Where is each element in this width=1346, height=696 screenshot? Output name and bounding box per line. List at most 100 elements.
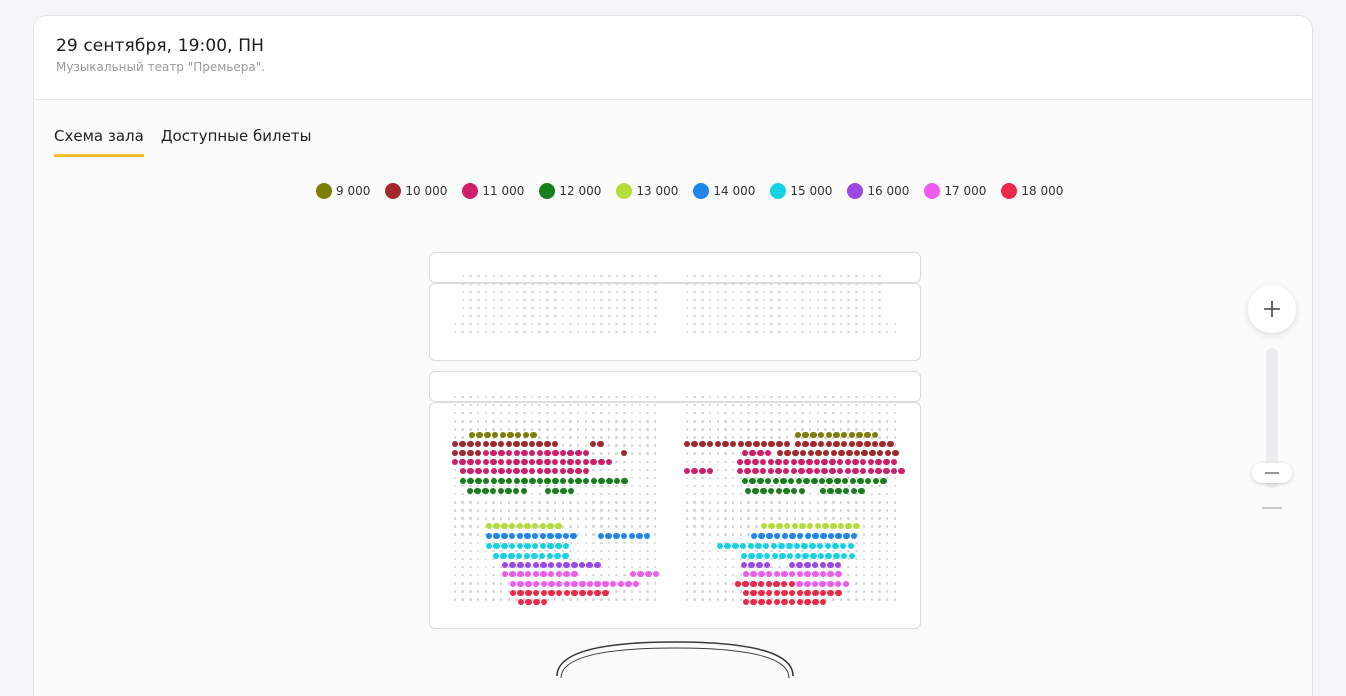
seat-available[interactable] — [844, 458, 852, 466]
seat-available[interactable] — [498, 477, 505, 485]
seat-available[interactable] — [652, 570, 660, 578]
seat-available[interactable] — [742, 580, 749, 588]
seat-available[interactable] — [559, 467, 567, 475]
seat-available[interactable] — [467, 440, 474, 448]
seat-available[interactable] — [819, 598, 827, 606]
seat-available[interactable] — [492, 552, 500, 560]
seat-available[interactable] — [750, 598, 757, 606]
seat-available[interactable] — [861, 449, 868, 457]
seat-available[interactable] — [563, 570, 570, 578]
seat-available[interactable] — [485, 522, 493, 530]
seat-available[interactable] — [493, 522, 500, 530]
seat-available[interactable] — [790, 458, 798, 466]
seat-available[interactable] — [799, 522, 806, 530]
seat-available[interactable] — [867, 467, 875, 475]
seat-available[interactable] — [491, 431, 499, 439]
seat-available[interactable] — [528, 467, 536, 475]
seat-available[interactable] — [776, 522, 783, 530]
seat-available[interactable] — [786, 552, 794, 560]
seat-available[interactable] — [740, 552, 748, 560]
seat-available[interactable] — [497, 487, 505, 495]
seat-available[interactable] — [804, 589, 811, 597]
seat-available[interactable] — [788, 580, 796, 588]
seat-available[interactable] — [521, 449, 528, 457]
seat-available[interactable] — [803, 477, 810, 485]
seat-available[interactable] — [594, 580, 601, 588]
seat-available[interactable] — [474, 440, 482, 448]
seat-available[interactable] — [765, 598, 773, 606]
seat-available[interactable] — [879, 440, 886, 448]
seat-available[interactable] — [514, 431, 522, 439]
seat-available[interactable] — [559, 458, 567, 466]
seat-available[interactable] — [775, 467, 782, 475]
seat-available[interactable] — [513, 440, 520, 448]
seat-available[interactable] — [772, 477, 780, 485]
seat-available[interactable] — [760, 440, 768, 448]
seat-available[interactable] — [582, 467, 590, 475]
seat-available[interactable] — [864, 431, 871, 439]
seat-available[interactable] — [796, 589, 804, 597]
seat-available[interactable] — [602, 580, 609, 588]
seat-available[interactable] — [482, 477, 490, 485]
seat-available[interactable] — [497, 440, 505, 448]
seat-available[interactable] — [750, 532, 758, 540]
seat-available[interactable] — [804, 561, 811, 569]
seat-available[interactable] — [762, 542, 770, 550]
seat-available[interactable] — [760, 487, 767, 495]
seat-available[interactable] — [792, 449, 799, 457]
seat-available[interactable] — [547, 522, 554, 530]
seat-available[interactable] — [575, 467, 582, 475]
seat-available[interactable] — [864, 477, 872, 485]
seat-available[interactable] — [802, 431, 809, 439]
seat-available[interactable] — [753, 440, 760, 448]
seat-available[interactable] — [586, 580, 594, 588]
seat-available[interactable] — [794, 552, 802, 560]
seat-available[interactable] — [522, 431, 530, 439]
seat-available[interactable] — [567, 449, 574, 457]
zoom-out-button[interactable] — [1260, 498, 1284, 518]
seat-available[interactable] — [579, 580, 586, 588]
seat-available[interactable] — [812, 598, 819, 606]
seat-available[interactable] — [844, 467, 852, 475]
seat-available[interactable] — [532, 580, 540, 588]
seat-available[interactable] — [691, 440, 698, 448]
zoom-in-button[interactable] — [1248, 285, 1296, 333]
seat-available[interactable] — [590, 458, 597, 466]
seat-available[interactable] — [498, 449, 505, 457]
seat-available[interactable] — [729, 440, 737, 448]
seat-available[interactable] — [524, 542, 531, 550]
seat-available[interactable] — [505, 467, 513, 475]
seat-available[interactable] — [742, 570, 750, 578]
seat-available[interactable] — [827, 570, 834, 578]
seat-available[interactable] — [843, 532, 850, 540]
seat-available[interactable] — [552, 449, 559, 457]
seat-available[interactable] — [780, 580, 788, 588]
seat-available[interactable] — [811, 477, 818, 485]
seat-available[interactable] — [750, 580, 757, 588]
seat-available[interactable] — [812, 570, 819, 578]
seat-available[interactable] — [813, 467, 821, 475]
seat-available[interactable] — [758, 598, 765, 606]
seat-available[interactable] — [575, 449, 582, 457]
seat-available[interactable] — [516, 522, 524, 530]
seat-available[interactable] — [459, 458, 466, 466]
seat-available[interactable] — [781, 589, 788, 597]
seat-available[interactable] — [853, 522, 860, 530]
seat-available[interactable] — [714, 440, 722, 448]
seat-available[interactable] — [621, 477, 628, 485]
seat-available[interactable] — [776, 449, 784, 457]
seat-available[interactable] — [859, 458, 867, 466]
seat-available[interactable] — [819, 589, 827, 597]
seat-available[interactable] — [532, 570, 540, 578]
seat-available[interactable] — [547, 570, 555, 578]
seat-available[interactable] — [505, 458, 513, 466]
seat-available[interactable] — [529, 477, 536, 485]
seat-available[interactable] — [706, 440, 714, 448]
seat-available[interactable] — [554, 552, 561, 560]
seat-available[interactable] — [508, 552, 515, 560]
seat-available[interactable] — [804, 532, 812, 540]
seat-available[interactable] — [485, 542, 493, 550]
seat-available[interactable] — [842, 580, 850, 588]
seat-available[interactable] — [525, 598, 532, 606]
seat-available[interactable] — [732, 542, 739, 550]
